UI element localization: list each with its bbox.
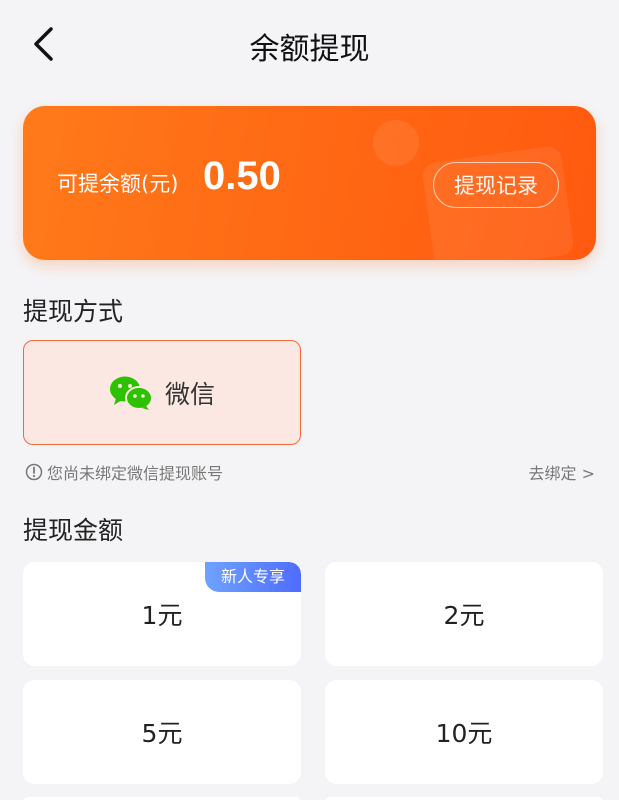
bind-notice: 您尚未绑定微信提现账号	[25, 460, 223, 484]
info-icon	[25, 463, 43, 481]
amount-option-label: 1元	[141, 601, 183, 630]
page-title: 余额提现	[249, 32, 370, 67]
withdraw-amount-title: 提现金额	[23, 516, 124, 545]
balance-value: 0.50	[203, 154, 281, 198]
withdraw-history-button[interactable]: 提现记录	[433, 162, 559, 208]
amount-option-10[interactable]: 10元	[325, 680, 603, 784]
header: 余额提现	[0, 0, 619, 90]
decorative-coin	[373, 120, 419, 166]
amount-option-2[interactable]: 2元	[325, 562, 603, 666]
wechat-method-label: 微信	[164, 379, 215, 409]
withdraw-method-title: 提现方式	[23, 297, 124, 326]
amount-option-5[interactable]: 5元	[23, 680, 301, 784]
amount-option-1[interactable]: 1元 新人专享	[23, 562, 301, 666]
bind-notice-text: 您尚未绑定微信提现账号	[47, 464, 224, 483]
bind-account-link[interactable]: 去绑定 >	[529, 460, 596, 484]
balance-card: 可提余额(元) 0.50 提现记录	[23, 106, 596, 260]
wechat-method-option[interactable]: 微信	[23, 340, 301, 445]
amount-option-label: 10元	[435, 719, 493, 748]
withdraw-page: 余额提现 可提余额(元) 0.50 提现记录 提现方式 微信 您尚未绑定微信提现…	[0, 0, 619, 800]
wechat-icon	[109, 376, 153, 410]
amount-option-label: 5元	[141, 719, 183, 748]
balance-label: 可提余额(元)	[57, 172, 179, 196]
new-user-badge: 新人专享	[205, 562, 301, 592]
amount-option-label: 2元	[443, 601, 485, 630]
